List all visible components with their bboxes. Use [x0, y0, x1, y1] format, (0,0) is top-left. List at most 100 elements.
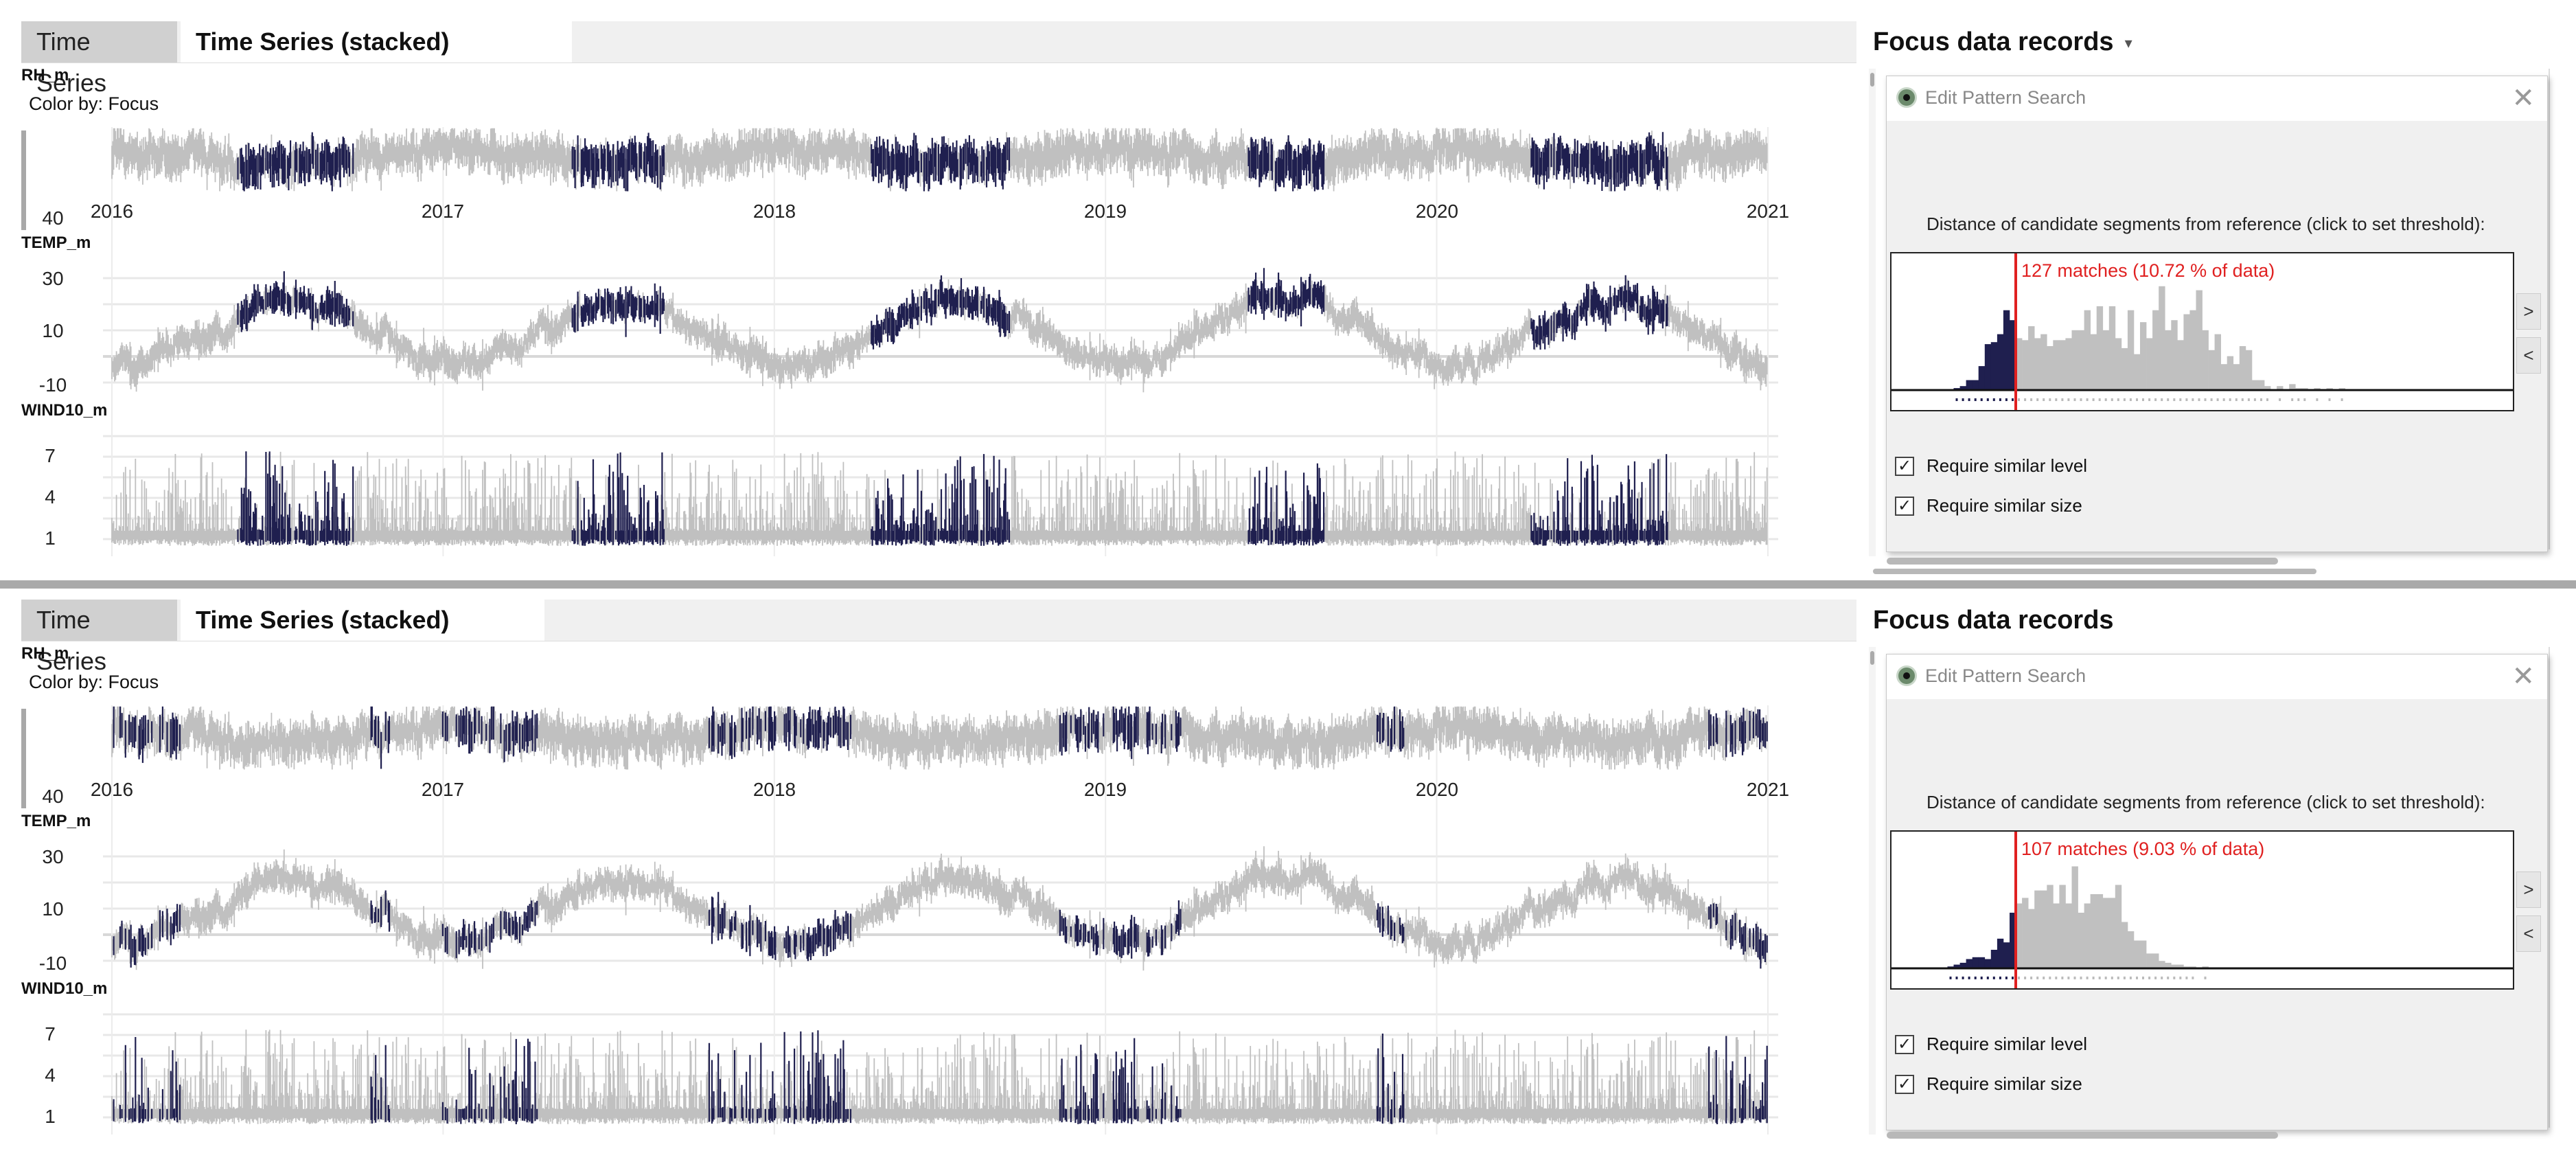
histogram-bar: [2034, 338, 2041, 390]
segment-dot: [2104, 398, 2107, 401]
segment-dot: [2117, 977, 2119, 979]
series-label-rh: RH_m: [21, 644, 69, 663]
histogram-bar: [1990, 950, 1998, 968]
x-tick-2018: 2018: [752, 779, 796, 800]
checkmark-icon[interactable]: ✓: [1895, 1075, 1914, 1094]
left-scrollbar[interactable]: [21, 709, 26, 808]
histogram-bar: [2233, 364, 2240, 390]
x-tick-2019: 2019: [1083, 779, 1127, 800]
checkmark-icon[interactable]: ✓: [1895, 1035, 1914, 1054]
segment-dot: [2291, 398, 2294, 401]
segment-dot: [2111, 398, 2113, 401]
segment-dot: [2030, 977, 2033, 979]
segment-dot: [2024, 398, 2027, 401]
left-scrollbar[interactable]: [21, 130, 26, 230]
temp-focus-series: [237, 268, 1668, 350]
segment-dot: [2036, 398, 2039, 401]
histogram-bar: [2146, 338, 2153, 390]
close-icon[interactable]: ✕: [2511, 661, 2535, 692]
checkbox-label: Require similar level: [1927, 455, 2088, 476]
histogram-bar: [2071, 330, 2078, 390]
x-tick-2020: 2020: [1415, 201, 1459, 222]
segment-dot: [2129, 398, 2132, 401]
focus-records-header[interactable]: Focus data records: [1873, 606, 2114, 635]
segment-dot: [2073, 398, 2076, 401]
segment-dot: [1986, 977, 1989, 979]
segment-dot: [2229, 398, 2231, 401]
x-tick-2017: 2017: [421, 779, 465, 800]
segment-dot: [2136, 977, 2138, 979]
checkbox-label: Require similar level: [1927, 1034, 2088, 1054]
checkbox-label: Require similar size: [1927, 1073, 2082, 1094]
dropdown-arrow-icon[interactable]: ▾: [2125, 34, 2132, 52]
dialog-title-bar[interactable]: Edit Pattern Search ✕: [1887, 654, 2547, 699]
segment-dot: [2260, 398, 2262, 401]
horizontal-scrollbar[interactable]: [1873, 569, 2316, 574]
prev-button[interactable]: <: [2516, 915, 2541, 952]
temp-tick: -10: [38, 953, 67, 974]
time-series-chart[interactable]: [0, 0, 1856, 584]
segment-dot: [2185, 977, 2188, 979]
scroll-thumb[interactable]: [1870, 73, 1874, 87]
segment-dot: [2192, 977, 2194, 979]
segment-dot: [1980, 398, 1983, 401]
histogram-bar: [1978, 957, 1986, 968]
histogram-svg[interactable]: 107 matches (9.03 % of data): [1891, 832, 2513, 988]
histogram-bar: [2115, 885, 2122, 968]
segment-dot: [1962, 398, 1964, 401]
histogram-bar: [2047, 346, 2054, 390]
histogram-bar: [2140, 940, 2147, 968]
histogram-bar: [1966, 380, 1973, 390]
segment-dot: [2198, 398, 2200, 401]
histogram-svg[interactable]: 127 matches (10.72 % of data): [1891, 253, 2513, 410]
series-label-wind: WIND10_m: [21, 979, 108, 998]
segment-dot: [1999, 398, 2001, 401]
segment-dot: [1955, 398, 1958, 401]
histogram-bar: [2096, 894, 2104, 968]
x-tick-2017: 2017: [421, 201, 465, 222]
checkmark-icon[interactable]: ✓: [1895, 457, 1914, 476]
segment-dot: [2049, 398, 2051, 401]
histogram-bar: [2084, 310, 2091, 390]
distance-histogram[interactable]: 107 matches (9.03 % of data): [1890, 830, 2514, 990]
histogram-bar: [2084, 903, 2091, 968]
right-scrollbar[interactable]: [1869, 647, 1876, 1135]
histogram-bar: [2028, 909, 2035, 968]
horizontal-scrollbar[interactable]: [1887, 558, 2278, 565]
segment-dot: [2043, 977, 2045, 979]
histogram-description: Distance of candidate segments from refe…: [1927, 792, 2485, 812]
histogram-bar: [2177, 340, 2184, 390]
histogram-bar: [2090, 894, 2097, 968]
wind-tick: 7: [45, 1023, 56, 1045]
next-button[interactable]: >: [2516, 293, 2541, 330]
distance-histogram[interactable]: 127 matches (10.72 % of data): [1890, 252, 2514, 411]
segment-dot: [2073, 977, 2076, 979]
scroll-thumb[interactable]: [1870, 651, 1874, 665]
segment-dot: [2216, 398, 2219, 401]
segment-dot: [2018, 398, 2020, 401]
next-button[interactable]: >: [2516, 872, 2541, 908]
rh-tick: 40: [42, 207, 64, 229]
segment-dot: [2092, 977, 2095, 979]
segment-dot: [2148, 977, 2151, 979]
histogram-bar: [2134, 354, 2141, 390]
horizontal-scrollbar[interactable]: [1887, 1132, 2278, 1139]
right-scrollbar[interactable]: [1869, 69, 1876, 556]
prev-button[interactable]: <: [2516, 337, 2541, 374]
checkmark-icon[interactable]: ✓: [1895, 497, 1914, 516]
time-series-chart[interactable]: [0, 578, 1856, 1162]
histogram-bar: [2059, 340, 2066, 390]
segment-dot: [2036, 977, 2039, 979]
histogram-bar: [2003, 942, 2010, 968]
histogram-bar: [2053, 340, 2060, 390]
focus-records-header[interactable]: Focus data records ▾: [1873, 27, 2132, 57]
dialog-title-bar[interactable]: Edit Pattern Search ✕: [1887, 76, 2547, 121]
histogram-bar: [2127, 310, 2135, 390]
segment-dot: [2253, 398, 2256, 401]
histogram-bar: [2189, 310, 2196, 390]
histogram-bar: [2022, 340, 2029, 390]
close-icon[interactable]: ✕: [2511, 83, 2535, 113]
wind-tick: 4: [45, 1064, 56, 1086]
histogram-bar: [2102, 898, 2110, 968]
segment-dot: [2055, 977, 2058, 979]
